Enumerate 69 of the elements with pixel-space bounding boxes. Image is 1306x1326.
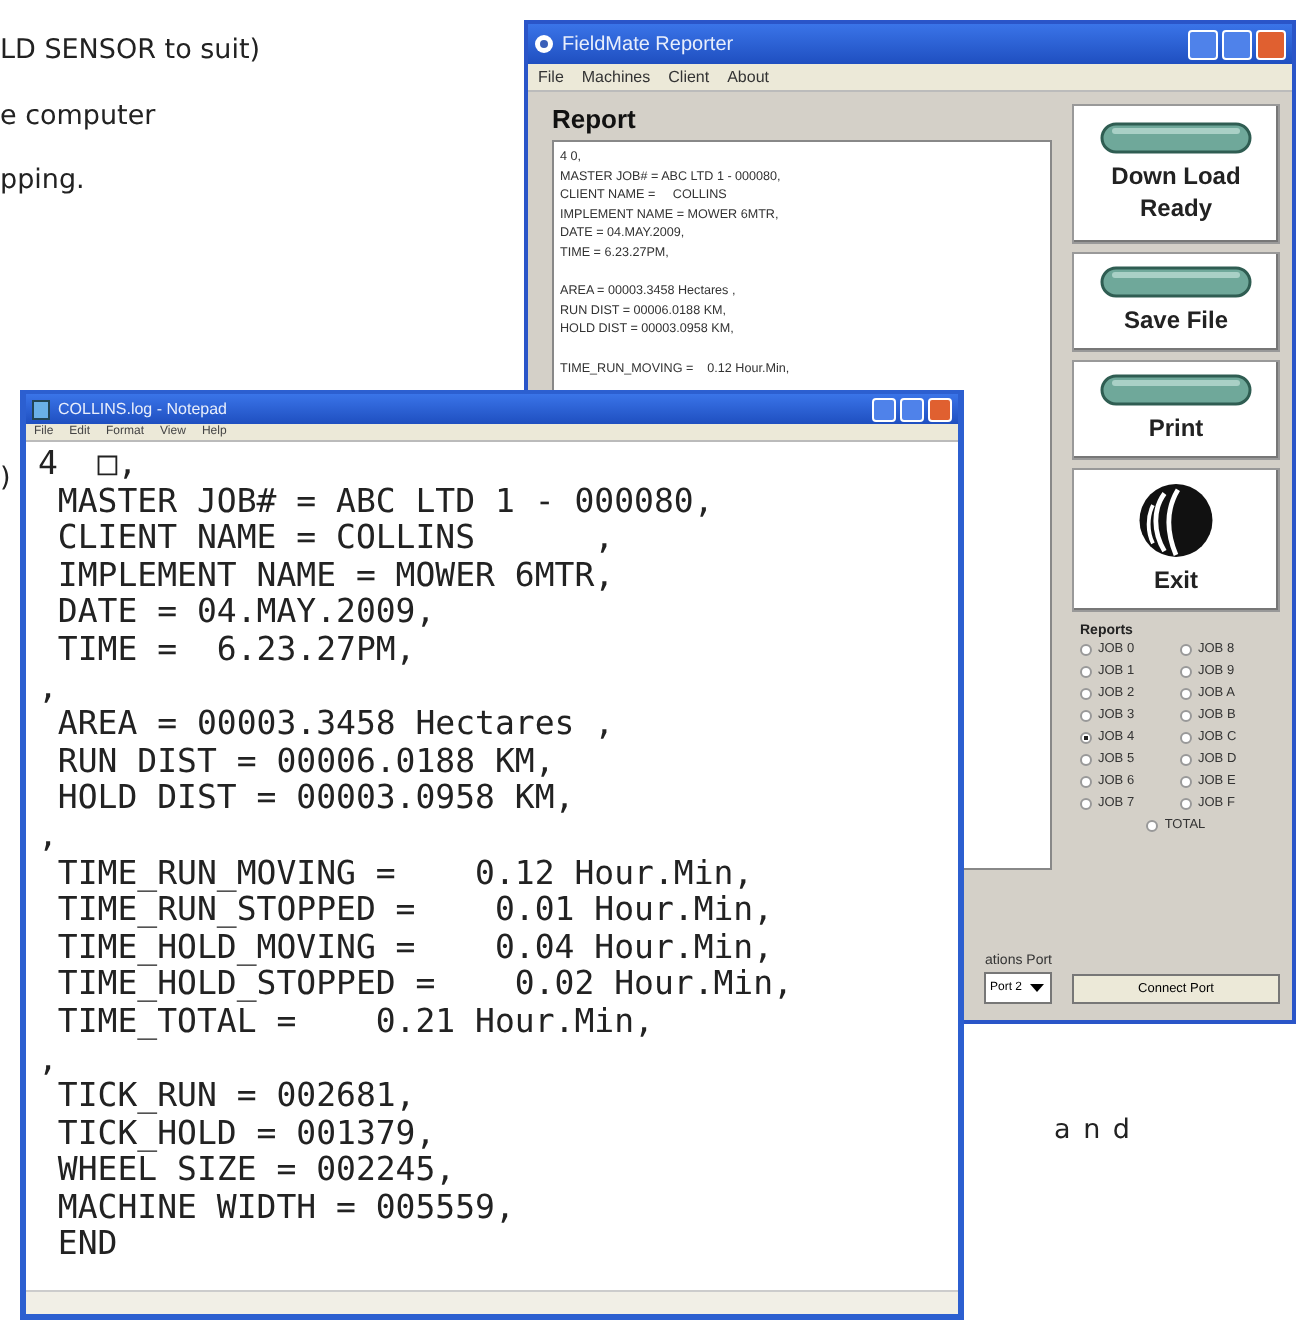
radio-button[interactable]	[1080, 687, 1092, 699]
minimize-button[interactable]	[1188, 29, 1218, 59]
page-text: )	[0, 462, 11, 494]
text-line: IMPLEMENT NAME = MOWER 6MTR,	[55, 557, 617, 595]
text-line: CLIENT NAME = COLLINS ,	[55, 520, 617, 558]
page-text: pping.	[0, 164, 85, 196]
text-line: TICK_HOLD = 001379,	[55, 1115, 438, 1153]
text-line: RUN DIST = 00006.0188 KM,	[55, 743, 557, 781]
close-button[interactable]	[928, 397, 952, 421]
indicator-light-icon	[1100, 122, 1252, 155]
text-line: DATE = 04.MAY.2009,	[55, 594, 438, 632]
radio-button[interactable]	[1180, 643, 1192, 655]
radio-button[interactable]	[1080, 775, 1092, 787]
radio-button[interactable]	[1146, 819, 1159, 831]
menu-item[interactable]: About	[727, 68, 769, 86]
radio-button[interactable]	[1180, 731, 1192, 743]
radio-button[interactable]	[1080, 665, 1092, 677]
radio-button[interactable]	[1180, 797, 1192, 809]
horizontal-scrollbar[interactable]	[26, 1292, 958, 1314]
maximize-button[interactable]	[1222, 29, 1252, 59]
text-line: MACHINE WIDTH = 005559,	[55, 1189, 517, 1227]
panel-button[interactable]: Print	[1072, 360, 1280, 460]
indicator-light-icon	[1100, 266, 1252, 299]
radio-button[interactable]	[1080, 643, 1092, 655]
text-line: HOLD DIST = 00003.0958 KM,	[55, 780, 577, 818]
text-line: END	[55, 1226, 120, 1265]
dropdown-arrow-icon	[1028, 980, 1046, 996]
report-heading: Report	[552, 104, 638, 134]
text-line: 4 □,	[38, 446, 140, 484]
radio-button[interactable]	[1080, 797, 1092, 809]
window-title: COLLINS.log - Notepad	[58, 400, 229, 418]
text-line: TIME_HOLD_STOPPED = 0.02 Hour.Min,	[55, 966, 795, 1004]
text-line: ,	[38, 669, 60, 707]
indicator-light-icon	[1100, 374, 1252, 407]
text-line: WHEEL SIZE = 002245,	[55, 1152, 458, 1190]
close-button[interactable]	[1256, 29, 1286, 59]
radio-button[interactable]	[1080, 709, 1092, 721]
exit-button[interactable]: Exit	[1072, 468, 1280, 612]
panel-button[interactable]: Down Load Ready	[1072, 104, 1280, 244]
radio-button[interactable]	[1080, 753, 1092, 765]
menu-item[interactable]: Client	[668, 68, 710, 86]
menu-item[interactable]: File	[538, 68, 564, 86]
radio-button[interactable]	[1180, 665, 1192, 677]
page-text: LD SENSOR to suit)	[0, 34, 261, 66]
radio-button[interactable]	[1180, 687, 1192, 699]
logo-icon	[1136, 482, 1216, 559]
page-text: e computer	[0, 100, 156, 132]
text-line: TICK_RUN = 002681,	[55, 1078, 418, 1116]
radio-button[interactable]	[1180, 709, 1192, 721]
radio-button[interactable]	[1080, 731, 1092, 743]
menu-item[interactable]: Machines	[581, 68, 651, 86]
text-line: TIME_RUN_MOVING = 0.12 Hour.Min,	[55, 855, 756, 893]
text-line: TIME = 6.23.27PM,	[55, 631, 418, 670]
panel-button[interactable]: Save File	[1072, 252, 1280, 352]
minimize-button[interactable]	[872, 397, 896, 421]
app-icon	[534, 34, 554, 54]
window-title: FieldMate Reporter	[562, 33, 736, 55]
text-line: TIME_HOLD_MOVING = 0.04 Hour.Min,	[55, 929, 776, 967]
text-line: ,	[38, 817, 60, 856]
page-text: a n d	[1054, 1114, 1132, 1146]
radio-button[interactable]	[1180, 753, 1192, 765]
text-line: MASTER JOB# = ABC LTD 1 - 000080,	[55, 483, 716, 521]
text-line: TIME_RUN_STOPPED = 0.01 Hour.Min,	[55, 892, 776, 930]
notepad-icon	[32, 399, 50, 419]
text-line: ,	[38, 1041, 58, 1079]
radio-button[interactable]	[1180, 775, 1192, 787]
maximize-button[interactable]	[900, 397, 924, 421]
text-line: AREA = 00003.3458 Hectares ,	[55, 706, 617, 744]
text-line: TIME_TOTAL = 0.21 Hour.Min,	[55, 1003, 656, 1041]
